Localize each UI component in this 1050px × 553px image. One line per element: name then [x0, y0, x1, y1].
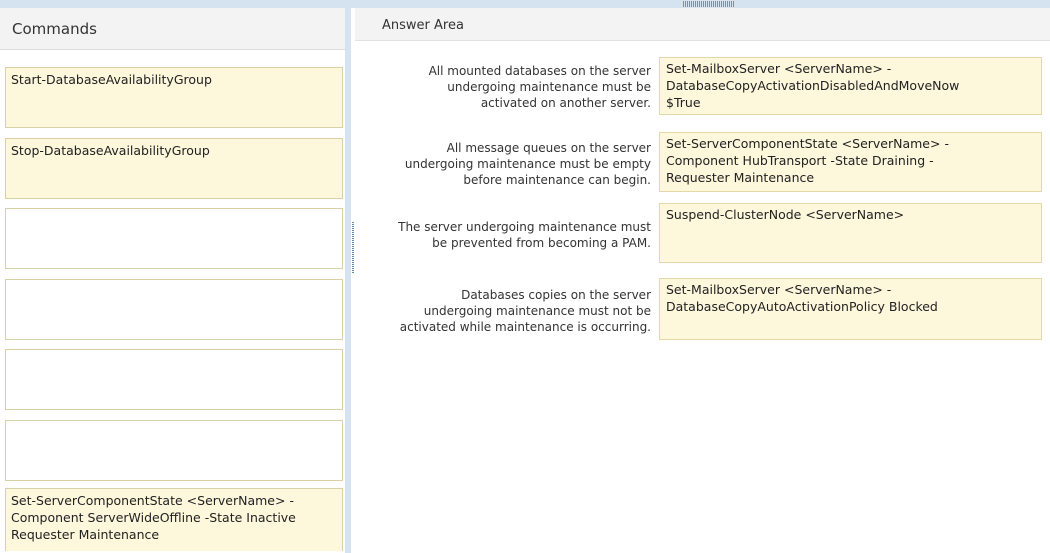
command-slot-empty[interactable]: [5, 349, 343, 410]
requirement-text: All mounted databases on the server unde…: [428, 64, 651, 110]
top-border: [0, 0, 1050, 8]
requirement-text: The server undergoing maintenance must b…: [398, 220, 651, 250]
answer-area-header: Answer Area: [355, 8, 1050, 41]
command-slot-empty[interactable]: [5, 279, 343, 340]
command-item-start-dag[interactable]: Start-DatabaseAvailabilityGroup: [5, 67, 343, 128]
answer-text: Set-MailboxServer <ServerName> - Databas…: [666, 61, 960, 110]
answer-text: Set-ServerComponentState <ServerName> - …: [666, 136, 949, 185]
answer-text: Suspend-ClusterNode <ServerName>: [666, 207, 905, 222]
command-text: Set-ServerComponentState <ServerName> - …: [11, 493, 296, 542]
answer-slot-1[interactable]: Set-MailboxServer <ServerName> - Databas…: [659, 57, 1042, 115]
commands-title: Commands: [12, 20, 97, 38]
commands-pane: Commands Start-DatabaseAvailabilityGroup…: [0, 8, 350, 553]
answer-slot-2[interactable]: Set-ServerComponentState <ServerName> - …: [659, 132, 1042, 192]
command-text: Stop-DatabaseAvailabilityGroup: [11, 143, 210, 158]
top-resize-grip[interactable]: [683, 1, 735, 7]
command-item-stop-dag[interactable]: Stop-DatabaseAvailabilityGroup: [5, 138, 343, 199]
answer-text: Set-MailboxServer <ServerName> - Databas…: [666, 282, 938, 314]
requirement-text: All message queues on the server undergo…: [404, 141, 651, 187]
command-text: Start-DatabaseAvailabilityGroup: [11, 72, 212, 87]
answer-slot-3[interactable]: Suspend-ClusterNode <ServerName>: [659, 203, 1042, 263]
command-slot-empty[interactable]: [5, 420, 343, 481]
answer-slot-4[interactable]: Set-MailboxServer <ServerName> - Databas…: [659, 278, 1042, 340]
requirement-text: Databases copies on the server undergoin…: [399, 288, 651, 334]
command-slot-empty[interactable]: [5, 208, 343, 269]
commands-list: Start-DatabaseAvailabilityGroup Stop-Dat…: [0, 50, 345, 553]
command-item-serverwideoffline[interactable]: Set-ServerComponentState <ServerName> - …: [5, 488, 343, 551]
answer-area-title: Answer Area: [382, 18, 464, 33]
commands-header: Commands: [0, 8, 345, 50]
